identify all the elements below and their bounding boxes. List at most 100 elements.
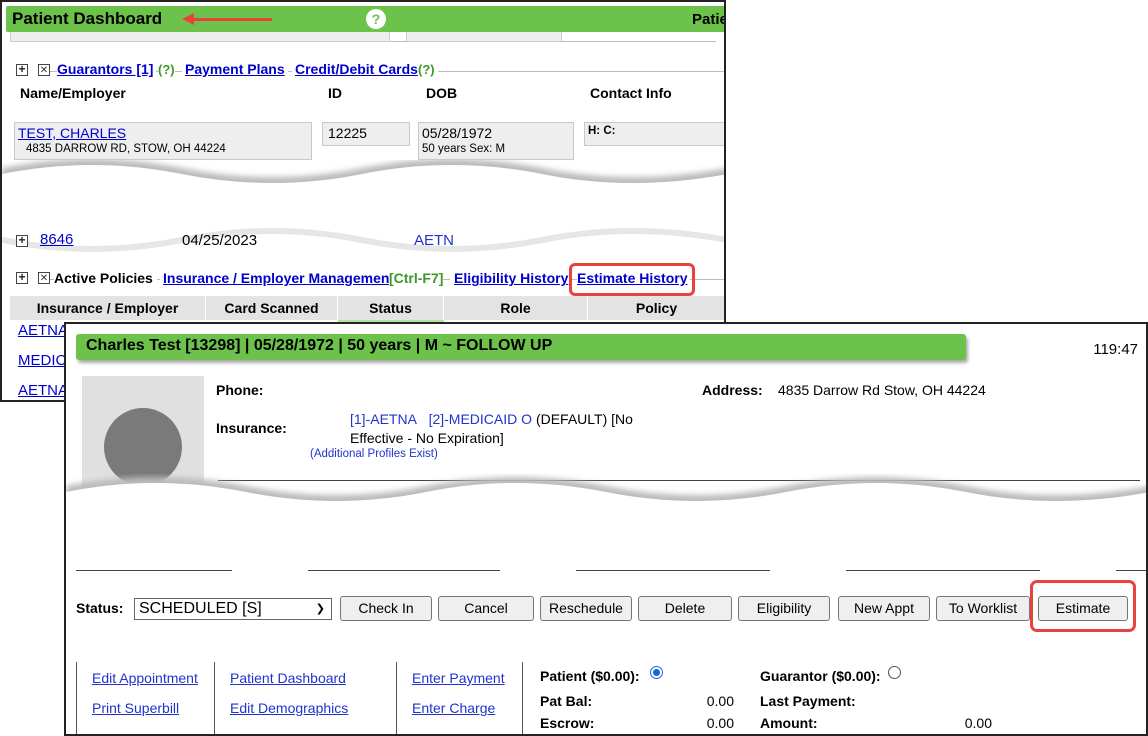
policy-row-link[interactable]: MEDIC xyxy=(18,352,66,369)
column-divider xyxy=(214,662,215,734)
pat-bal-value: 0.00 xyxy=(706,693,734,709)
record-insurance[interactable]: AETN xyxy=(414,232,454,249)
col-id: ID xyxy=(328,85,342,101)
reschedule-button[interactable]: Reschedule xyxy=(540,596,632,621)
edit-appointment-link[interactable]: Edit Appointment xyxy=(92,670,198,686)
column-divider xyxy=(396,662,397,734)
escrow-value: 0.00 xyxy=(706,715,734,731)
ctrl-f7-shortcut: [Ctrl-F7] xyxy=(389,270,444,286)
insurance-aetna-link[interactable]: [1]-AETNA xyxy=(350,411,417,427)
torn-edge-divider xyxy=(66,477,1146,520)
appointment-panel: Charles Test [13298] | 05/28/1972 | 50 y… xyxy=(64,322,1148,736)
record-id-link[interactable]: 8646 xyxy=(40,231,73,248)
amount-label: Amount: xyxy=(760,715,818,731)
appointment-timer: 119:47 xyxy=(1093,341,1138,358)
new-appt-button[interactable]: New Appt xyxy=(838,596,930,621)
annotation-arrow-icon xyxy=(192,18,272,21)
field-rule xyxy=(76,570,232,571)
cropped-demographics-row xyxy=(10,32,716,42)
edit-demographics-link[interactable]: Edit Demographics xyxy=(230,700,348,716)
eligibility-button[interactable]: Eligibility xyxy=(738,596,830,621)
insurance-label: Insurance: xyxy=(216,420,287,436)
column-divider xyxy=(76,662,77,734)
estimate-history-link[interactable]: Estimate History xyxy=(577,270,691,286)
cancel-button[interactable]: Cancel xyxy=(438,596,534,621)
ghost-field xyxy=(406,32,562,42)
expand-icon[interactable]: + xyxy=(16,271,28,284)
pat-bal-label: Pat Bal: xyxy=(540,693,593,709)
guarantor-balance-label: Guarantor ($0.00): xyxy=(760,668,881,684)
col-insurance-employer: Insurance / Employer xyxy=(10,296,206,320)
guarantors-help-icon[interactable]: (?) xyxy=(158,62,175,77)
guarantor-age-sex: 50 years Sex: M xyxy=(422,143,506,155)
policy-row-link[interactable]: AETNA xyxy=(18,322,68,339)
ghost-field xyxy=(10,32,390,42)
record-date: 04/25/2023 xyxy=(182,232,258,249)
chevron-down-icon: ❯ xyxy=(315,603,325,615)
delete-button[interactable]: Delete xyxy=(638,596,732,621)
insurance-line-1: [1]-AETNA [2]-MEDICAID O (DEFAULT) [No xyxy=(350,411,633,427)
eligibility-history-link[interactable]: Eligibility History xyxy=(450,270,573,286)
insurance-employer-management-link[interactable]: Insurance / Employer Management xyxy=(160,270,395,286)
amount-value: 0.00 xyxy=(964,715,992,731)
guarantor-radio[interactable] xyxy=(888,666,901,679)
col-status: Status xyxy=(338,296,444,320)
col-card-scanned: Card Scanned xyxy=(206,296,338,320)
escrow-label: Escrow: xyxy=(540,715,595,731)
to-worklist-button[interactable]: To Worklist xyxy=(936,596,1030,621)
field-rule xyxy=(1116,570,1146,571)
help-icon[interactable]: ? xyxy=(366,9,386,29)
patient-radio[interactable] xyxy=(650,666,663,679)
torn-edge-lower xyxy=(2,222,724,252)
col-name-employer: Name/Employer xyxy=(20,85,126,101)
estimate-button[interactable]: Estimate xyxy=(1038,596,1128,621)
policy-row-link[interactable]: AETNA xyxy=(18,382,68,399)
torn-edge-divider xyxy=(2,160,724,200)
expand-icon[interactable]: + xyxy=(16,234,28,247)
col-contact-info: Contact Info xyxy=(590,85,672,101)
col-role: Role xyxy=(444,296,588,320)
address-label: Address: xyxy=(702,382,763,398)
appointment-title: Charles Test [13298] | 05/28/1972 | 50 y… xyxy=(86,337,553,354)
field-rule xyxy=(308,570,500,571)
collapse-x-icon[interactable]: ✕ xyxy=(38,272,50,284)
enter-charge-link[interactable]: Enter Charge xyxy=(412,700,495,716)
patient-dashboard-link[interactable]: Patient Dashboard xyxy=(230,670,346,686)
dashboard-header-bar: Patient Dashboard ? Patie xyxy=(6,6,726,32)
guarantors-link[interactable]: Guarantors [1] xyxy=(57,61,157,77)
guarantor-dob: 05/28/1972 xyxy=(422,125,493,141)
insurance-default-text: (DEFAULT) [No xyxy=(535,411,633,427)
appointment-header-bar: Charles Test [13298] | 05/28/1972 | 50 y… xyxy=(76,334,966,360)
last-payment-label: Last Payment: xyxy=(760,693,856,709)
credit-debit-cards-link[interactable]: Credit/Debit Cards xyxy=(292,61,421,77)
status-select[interactable]: SCHEDULED [S] ❯ xyxy=(134,598,332,620)
column-divider xyxy=(522,662,523,734)
address-value: 4835 Darrow Rd Stow, OH 44224 xyxy=(778,382,986,398)
phone-label: Phone: xyxy=(216,382,264,398)
status-value: SCHEDULED [S] xyxy=(139,600,262,617)
field-rule xyxy=(576,570,770,571)
print-superbill-link[interactable]: Print Superbill xyxy=(92,700,179,716)
status-label: Status: xyxy=(76,600,124,616)
payment-plans-link[interactable]: Payment Plans xyxy=(182,61,288,77)
field-rule xyxy=(846,570,1040,571)
active-policies-label: Active Policies xyxy=(54,270,157,286)
guarantor-contact: H: C: xyxy=(588,125,616,137)
collapse-x-icon[interactable]: ✕ xyxy=(38,64,50,76)
guarantor-id: 12225 xyxy=(328,125,367,141)
check-in-button[interactable]: Check In xyxy=(340,596,432,621)
enter-payment-link[interactable]: Enter Payment xyxy=(412,670,505,686)
col-policy: Policy xyxy=(588,296,724,320)
expand-icon[interactable]: + xyxy=(16,63,28,76)
additional-profiles-link[interactable]: (Additional Profiles Exist) xyxy=(310,448,438,460)
policies-table-header: Insurance / Employer Card Scanned Status… xyxy=(10,296,724,320)
cards-help-icon[interactable]: (?) xyxy=(418,62,438,77)
dashboard-title: Patient Dashboard xyxy=(12,9,163,28)
guarantor-address: 4835 DARROW RD, STOW, OH 44224 xyxy=(26,143,226,155)
insurance-line-2: Effective - No Expiration] xyxy=(350,430,504,446)
dashboard-header-right-text: Patie xyxy=(692,11,726,28)
guarantor-name-link[interactable]: TEST, CHARLES xyxy=(18,125,126,141)
insurance-medicaid-link[interactable]: [2]-MEDICAID O xyxy=(429,411,532,427)
col-dob: DOB xyxy=(426,85,458,101)
patient-balance-label: Patient ($0.00): xyxy=(540,668,640,684)
